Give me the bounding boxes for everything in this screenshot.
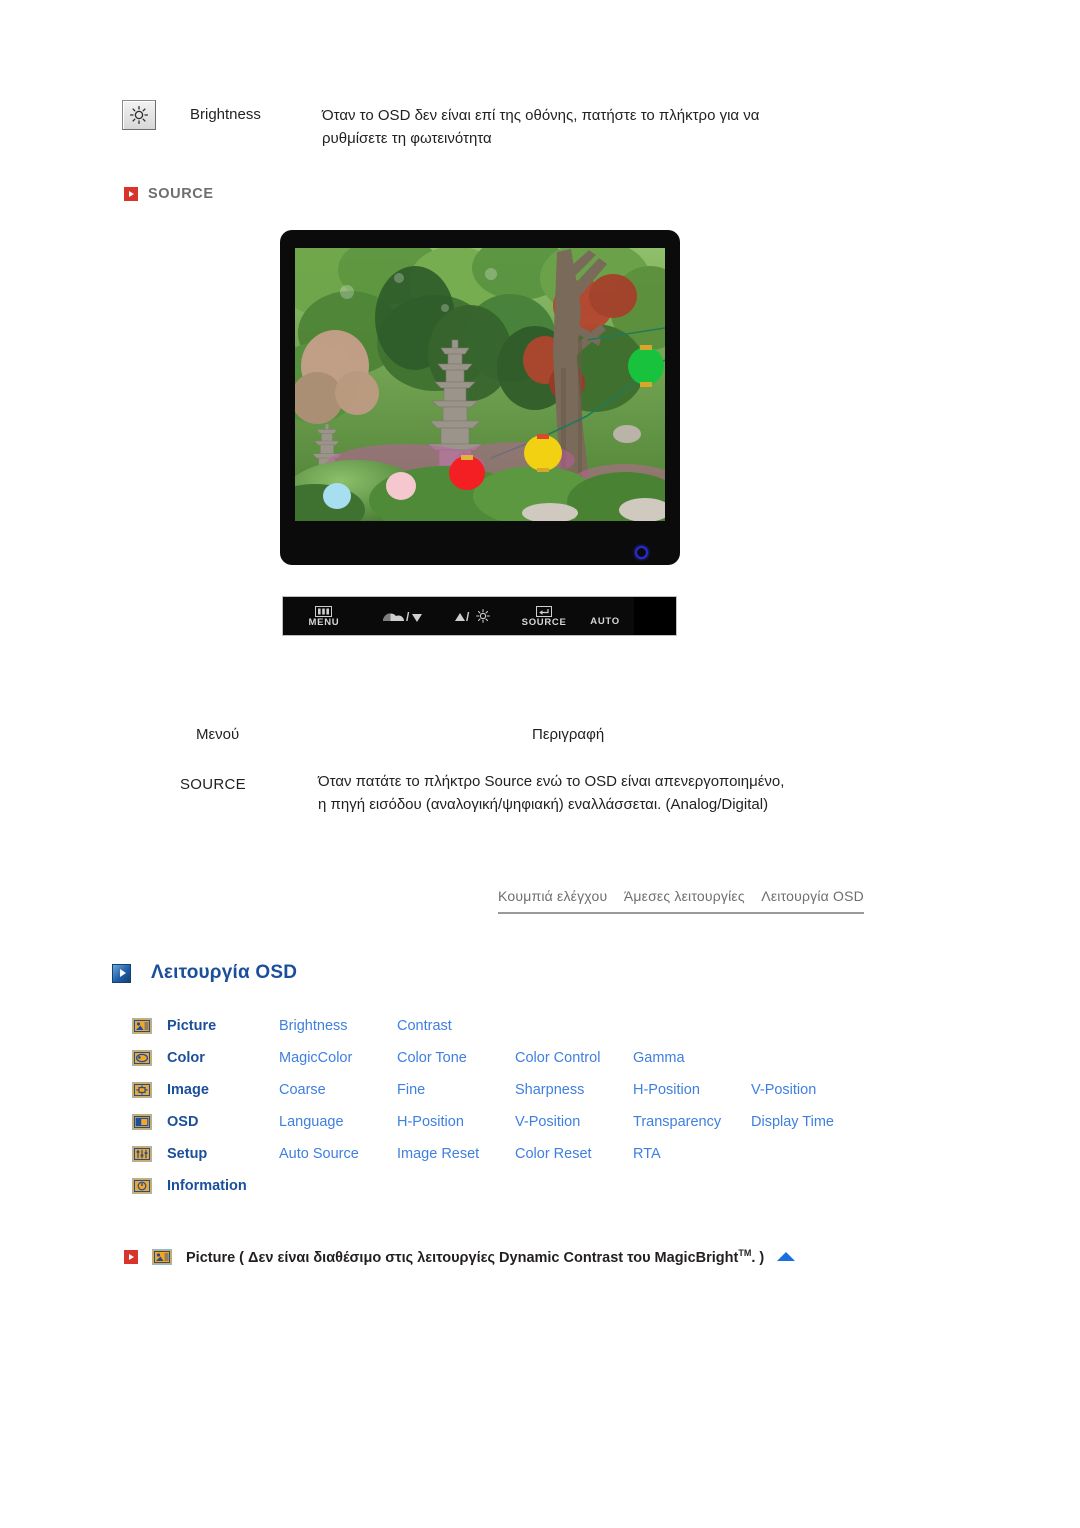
monitor-screen-image (295, 248, 665, 521)
image-icon (132, 1082, 152, 1098)
table-row: Image Coarse Fine Sharpness H-Position V… (132, 1074, 872, 1106)
breadcrumb: Κουμπιά ελέγχου Άμεσες λειτουργίες Λειτο… (498, 888, 864, 914)
svg-text:/: / (406, 610, 410, 623)
picture-subsection-line: Picture ( Δεν είναι διαθέσιμο στις λειτο… (124, 1248, 796, 1266)
description-column-header: Περιγραφή (532, 726, 605, 743)
osd-item-fine[interactable]: Fine (397, 1082, 515, 1098)
source-button[interactable]: SOURCE (512, 597, 576, 635)
osd-item-coarse[interactable]: Coarse (279, 1082, 397, 1098)
source-section-title: SOURCE (148, 186, 214, 202)
power-led-indicator (635, 546, 648, 559)
osd-item-magiccolor[interactable]: MagicColor (279, 1050, 397, 1066)
osd-category-osd[interactable]: OSD (167, 1114, 279, 1130)
tab-direct-functions[interactable]: Άμεσες λειτουργίες (624, 888, 745, 904)
menu-button[interactable]: MENU (283, 597, 365, 635)
osd-item-color-reset[interactable]: Color Reset (515, 1146, 633, 1162)
source-button-label: SOURCE (521, 617, 567, 628)
osd-item-color-tone[interactable]: Color Tone (397, 1050, 515, 1066)
osd-function-table: Picture Brightness Contrast Color MagicC… (132, 1010, 872, 1202)
table-row: OSD Language H-Position V-Position Trans… (132, 1106, 872, 1138)
osd-item-v-position[interactable]: V-Position (515, 1114, 633, 1130)
menu-description-source: Όταν πατάτε το πλήκτρο Source ενώ το OSD… (318, 773, 785, 813)
picture-text-after: . ) (751, 1249, 765, 1266)
source-section-heading: SOURCE (124, 186, 214, 202)
scroll-to-top-icon[interactable] (777, 1252, 796, 1262)
osd-category-setup[interactable]: Setup (167, 1146, 279, 1162)
trademark-symbol: TM (738, 1248, 752, 1258)
osd-category-color[interactable]: Color (167, 1050, 279, 1066)
osd-item-rta[interactable]: RTA (633, 1146, 751, 1162)
osd-category-picture[interactable]: Picture (167, 1018, 279, 1034)
brightness-label: Brightness (190, 106, 261, 123)
osd-item-brightness[interactable]: Brightness (279, 1018, 397, 1034)
osd-item-h-position[interactable]: H-Position (397, 1114, 515, 1130)
table-row: Information (132, 1170, 872, 1202)
osd-item-transparency[interactable]: Transparency (633, 1114, 751, 1130)
osd-item-v-position[interactable]: V-Position (751, 1082, 869, 1098)
monitor-product-photo (280, 230, 680, 565)
osd-item-sharpness[interactable]: Sharpness (515, 1082, 633, 1098)
tab-osd-function[interactable]: Λειτουργία OSD (761, 888, 864, 904)
power-button-area[interactable] (634, 597, 676, 635)
magicbright-down-icon: / (379, 604, 423, 628)
garden-scene-illustration (295, 248, 665, 521)
osd-section-heading: Λειτουργία OSD (112, 962, 297, 984)
osd-item-image-reset[interactable]: Image Reset (397, 1146, 515, 1162)
osd-item-color-control[interactable]: Color Control (515, 1050, 633, 1066)
up-brightness-button[interactable]: / (438, 597, 513, 635)
color-icon (132, 1050, 152, 1066)
setup-icon (132, 1146, 152, 1162)
picture-subsection-text: Picture ( Δεν είναι διαθέσιμο στις λειτο… (186, 1248, 764, 1266)
monitor-control-buttons-bar: MENU / / SOURCE AUTO (282, 596, 677, 636)
osd-item-display-time[interactable]: Display Time (751, 1114, 869, 1130)
blue-triangle-bullet-icon (112, 963, 131, 983)
osd-item-auto-source[interactable]: Auto Source (279, 1146, 397, 1162)
osd-category-image[interactable]: Image (167, 1082, 279, 1098)
up-brightness-icon: / (453, 604, 497, 628)
tab-control-buttons[interactable]: Κουμπιά ελέγχου (498, 888, 607, 904)
red-triangle-bullet-icon (124, 1249, 138, 1264)
table-row: Setup Auto Source Image Reset Color Rese… (132, 1138, 872, 1170)
picture-text-before: Picture ( Δεν είναι διαθέσιμο στις λειτο… (186, 1249, 739, 1266)
osd-item-h-position[interactable]: H-Position (633, 1082, 751, 1098)
magicbright-down-button[interactable]: / (365, 597, 438, 635)
brightness-sun-icon (122, 100, 156, 130)
osd-item-language[interactable]: Language (279, 1114, 397, 1130)
brightness-description: Όταν το OSD δεν είναι επί της οθόνης, πα… (322, 107, 760, 147)
osd-item-contrast[interactable]: Contrast (397, 1018, 515, 1034)
picture-icon (132, 1018, 152, 1034)
svg-text:/: / (466, 610, 470, 623)
brightness-direct-function-row: Brightness Όταν το OSD δεν είναι επί της… (122, 100, 822, 150)
menu-button-label: MENU (308, 617, 340, 628)
picture-icon (152, 1248, 172, 1265)
osd-category-information[interactable]: Information (167, 1178, 279, 1194)
auto-button-label: AUTO (590, 616, 620, 627)
red-triangle-bullet-icon (124, 187, 138, 201)
auto-button[interactable]: AUTO (576, 597, 634, 635)
osd-item-gamma[interactable]: Gamma (633, 1050, 751, 1066)
tabs-divider (498, 912, 864, 914)
information-icon (132, 1178, 152, 1194)
table-row: Color MagicColor Color Tone Color Contro… (132, 1042, 872, 1074)
table-row: Picture Brightness Contrast (132, 1010, 872, 1042)
osd-icon (132, 1114, 152, 1130)
menu-bars-icon (315, 604, 333, 617)
enter-return-icon (536, 604, 553, 617)
page-title: Λειτουργία OSD (151, 962, 298, 983)
menu-name-source: SOURCE (180, 776, 246, 793)
menu-column-header: Μενού (196, 726, 240, 743)
